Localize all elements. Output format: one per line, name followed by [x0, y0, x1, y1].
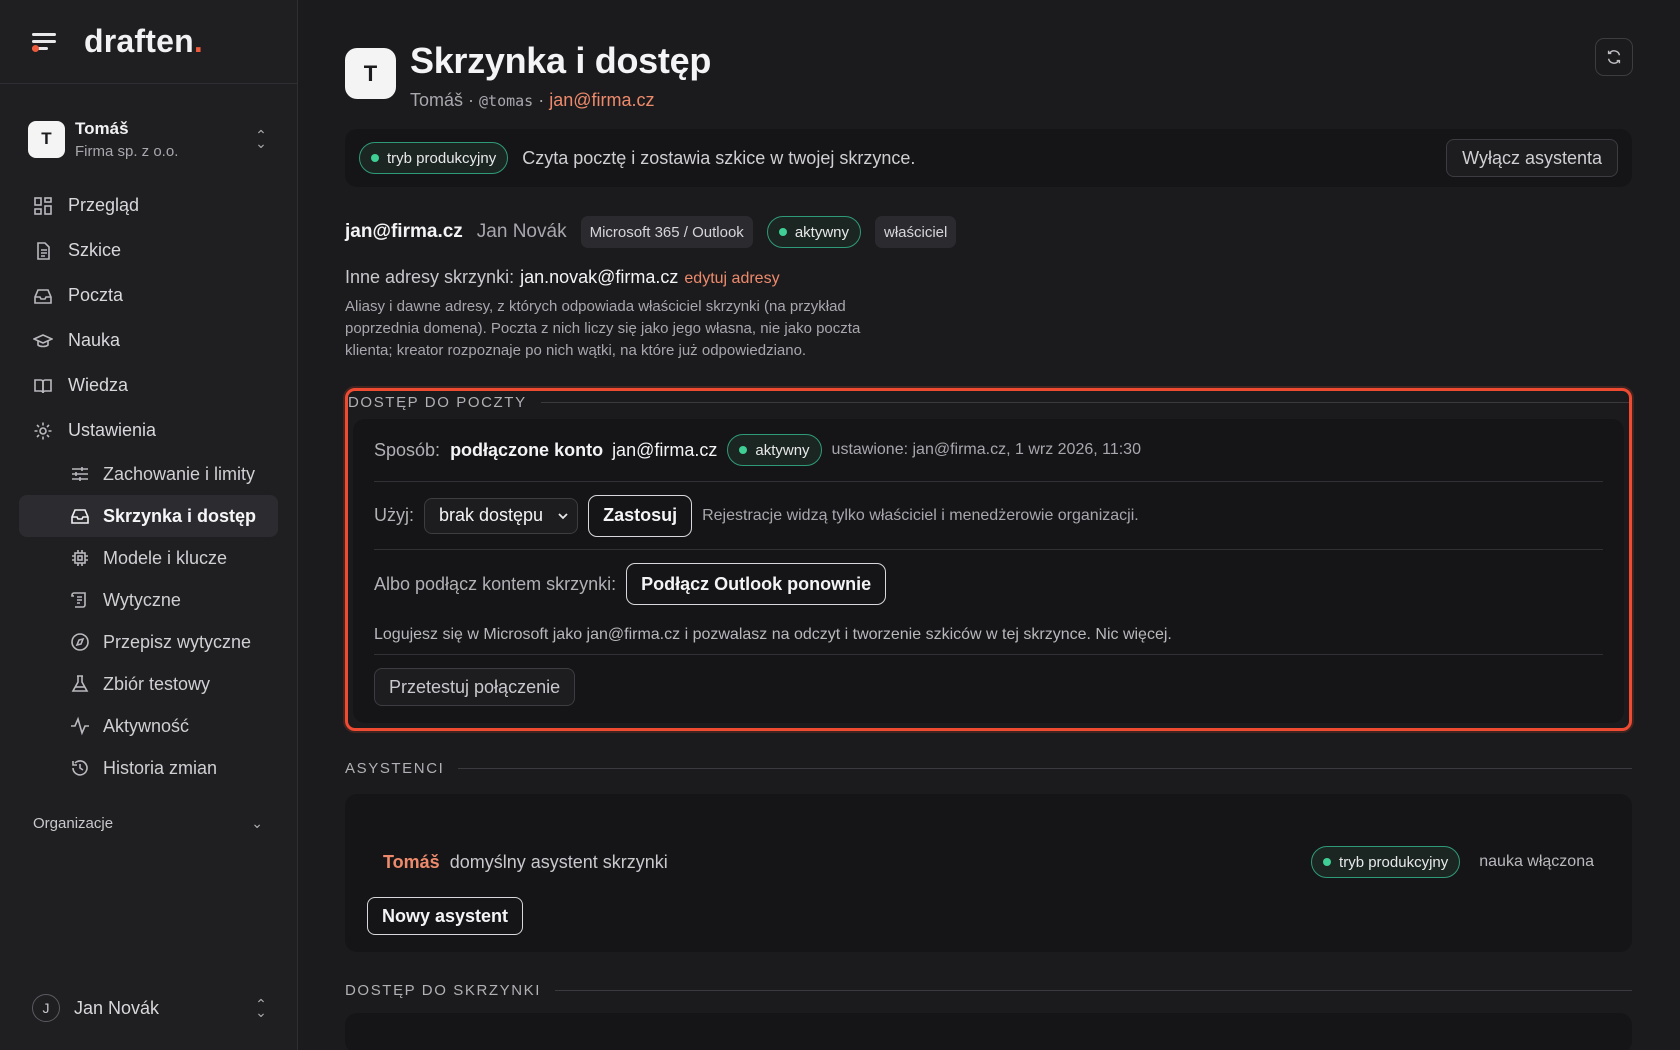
- nav-item-szkice[interactable]: Szkice: [0, 228, 297, 273]
- alias-value: jan.novak@firma.cz: [520, 267, 679, 287]
- connect-description: Logujesz się w Microsoft jako jan@firma.…: [374, 618, 1603, 655]
- learning-status: nauka włączona: [1479, 853, 1594, 870]
- sidebar-item-skrzynka[interactable]: Skrzynka i dostęp: [19, 495, 278, 537]
- access-method-email: jan@firma.cz: [612, 439, 718, 460]
- org-section-toggle[interactable]: Organizacje ⌄: [0, 803, 297, 843]
- user-name: Jan Novák: [74, 997, 160, 1018]
- chip-icon: [69, 547, 91, 569]
- user-menu[interactable]: J Jan Novák ⌃ ⌄: [32, 990, 269, 1026]
- nav-item-wiedza[interactable]: Wiedza: [0, 363, 297, 408]
- section-label-assistants: ASYSTENCI: [345, 757, 1632, 779]
- assistant-row[interactable]: Tomáš domyślny asystent skrzynki tryb pr…: [383, 794, 1594, 882]
- assistants-card: Tomáš domyślny asystent skrzynki tryb pr…: [345, 794, 1632, 952]
- nav-item-poczta[interactable]: Poczta: [0, 273, 297, 318]
- mailbox-summary: jan@firma.cz Jan Novák Microsoft 365 / O…: [345, 215, 1632, 249]
- access-method-row: Sposób: podłączone konto jan@firma.cz ak…: [374, 419, 1603, 482]
- section-label-mailbox-access: DOSTĘP DO SKRZYNKI: [345, 979, 1632, 1001]
- activity-icon: [69, 715, 91, 737]
- chevron-updown-icon: ⌃ ⌄: [255, 996, 267, 1020]
- main-content: T Skrzynka i dostęp Tomáš · @tomas · jan…: [298, 0, 1680, 1050]
- chevron-down-icon: [558, 512, 568, 519]
- scroll-icon: [69, 589, 91, 611]
- flask-icon: [69, 673, 91, 695]
- header-email-link[interactable]: jan@firma.cz: [549, 90, 654, 110]
- menu-icon[interactable]: [32, 30, 62, 54]
- apply-button[interactable]: Zastosuj: [588, 494, 693, 537]
- sidebar-item-historia[interactable]: Historia zmian: [19, 747, 278, 789]
- main-nav: Przegląd Szkice Poczta Nauka Wiedza Usta…: [0, 183, 297, 789]
- nav-item-ustawienia[interactable]: Ustawienia: [0, 408, 297, 453]
- page-header: T Skrzynka i dostęp Tomáš · @tomas · jan…: [345, 40, 1632, 111]
- document-icon: [32, 240, 54, 262]
- mode-description: Czyta pocztę i zostawia szkice w twojej …: [522, 147, 916, 168]
- book-icon: [32, 375, 54, 397]
- mailbox-status-badge: aktywny: [766, 216, 861, 248]
- access-mode-select[interactable]: brak dostępu: [424, 497, 579, 534]
- refresh-icon: [1607, 50, 1621, 64]
- connect-row: Albo podłącz kontem skrzynki: Podłącz Ou…: [374, 550, 1603, 618]
- edit-aliases-link[interactable]: edytuj adresy: [684, 270, 779, 287]
- assistant-mode-badge: tryb produkcyjny: [1311, 846, 1461, 878]
- app-root: draften. T Tomáš Firma sp. z o.o. ⌃ ⌄ Prz…: [0, 0, 1680, 1050]
- nav-item-nauka[interactable]: Nauka: [0, 318, 297, 363]
- account-switcher[interactable]: T Tomáš Firma sp. z o.o. ⌃ ⌄: [0, 117, 297, 161]
- user-avatar: J: [32, 994, 60, 1022]
- mode-bar: tryb produkcyjny Czyta pocztę i zostawia…: [345, 129, 1632, 187]
- sliders-icon: [69, 463, 91, 485]
- mail-access-section: DOSTĘP DO POCZTY Sposób: podłączone kont…: [345, 388, 1632, 731]
- assistant-avatar: T: [345, 48, 396, 99]
- access-status-badge: aktywny: [727, 434, 822, 466]
- account-avatar: T: [28, 120, 65, 158]
- disable-assistant-button[interactable]: Wyłącz asystenta: [1446, 139, 1618, 177]
- access-method-value: podłączone konto: [450, 439, 604, 460]
- access-note: Rejestracje widzą tylko właściciel i men…: [702, 506, 1139, 524]
- graduation-cap-icon: [32, 330, 54, 352]
- chevron-down-icon: ⌄: [251, 814, 263, 831]
- role-badge: właściciel: [875, 216, 957, 248]
- test-connection-button[interactable]: Przetestuj połączenie: [374, 668, 576, 706]
- page-subtitle: Tomáš · @tomas · jan@firma.cz: [410, 90, 655, 110]
- mode-status-badge: tryb produkcyjny: [359, 142, 509, 174]
- inbox-icon: [32, 285, 54, 307]
- sidebar-item-zbior[interactable]: Zbiór testowy: [19, 663, 278, 705]
- grid-icon: [32, 195, 54, 217]
- access-set-meta: ustawione: jan@firma.cz, 1 wrz 2026, 11:…: [831, 441, 1141, 458]
- account-name: Tomáš: [75, 118, 129, 138]
- sidebar-item-przepisz[interactable]: Przepisz wytyczne: [19, 621, 278, 663]
- compass-icon: [69, 631, 91, 653]
- inbox-icon: [69, 505, 91, 527]
- mailbox-owner-name: Jan Novák: [476, 221, 567, 242]
- assistant-description: domyślny asystent skrzynki: [449, 851, 668, 872]
- mail-access-card: Sposób: podłączone konto jan@firma.cz ak…: [353, 419, 1624, 723]
- history-icon: [69, 757, 91, 779]
- section-label-mail-access: DOSTĘP DO POCZTY: [348, 391, 1629, 413]
- provider-badge: Microsoft 365 / Outlook: [580, 216, 753, 248]
- sidebar-item-aktywnosc[interactable]: Aktywność: [19, 705, 278, 747]
- mailbox-email: jan@firma.cz: [345, 221, 463, 242]
- brand-logo[interactable]: draften.: [84, 23, 203, 60]
- sidebar-item-wytyczne[interactable]: Wytyczne: [19, 579, 278, 621]
- aliases-row: Inne adresy skrzynki: jan.novak@firma.cz e…: [345, 267, 780, 287]
- nav-item-przeglad[interactable]: Przegląd: [0, 183, 297, 228]
- page-title: Skrzynka i dostęp: [410, 40, 712, 81]
- sidebar: draften. T Tomáš Firma sp. z o.o. ⌃ ⌄ Prz…: [0, 0, 298, 1050]
- brand-bar: draften.: [0, 0, 297, 84]
- account-org: Firma sp. z o.o.: [75, 142, 179, 160]
- new-assistant-button[interactable]: Nowy asystent: [367, 897, 524, 935]
- sidebar-item-zachowanie[interactable]: Zachowanie i limity: [19, 453, 278, 495]
- aliases-description: Aliasy i dawne adresy, z których odpowia…: [345, 298, 861, 359]
- reconnect-outlook-button[interactable]: Podłącz Outlook ponownie: [626, 563, 887, 605]
- gear-icon: [32, 420, 54, 442]
- assistant-name-link[interactable]: Tomáš: [383, 852, 440, 873]
- mailbox-access-card: [345, 1013, 1632, 1050]
- sidebar-item-modele[interactable]: Modele i klucze: [19, 537, 278, 579]
- refresh-button[interactable]: [1595, 38, 1633, 76]
- chevron-updown-icon: ⌃ ⌄: [255, 127, 267, 151]
- access-use-row: Użyj: brak dostępu Zastosuj Rejestracje …: [374, 482, 1603, 550]
